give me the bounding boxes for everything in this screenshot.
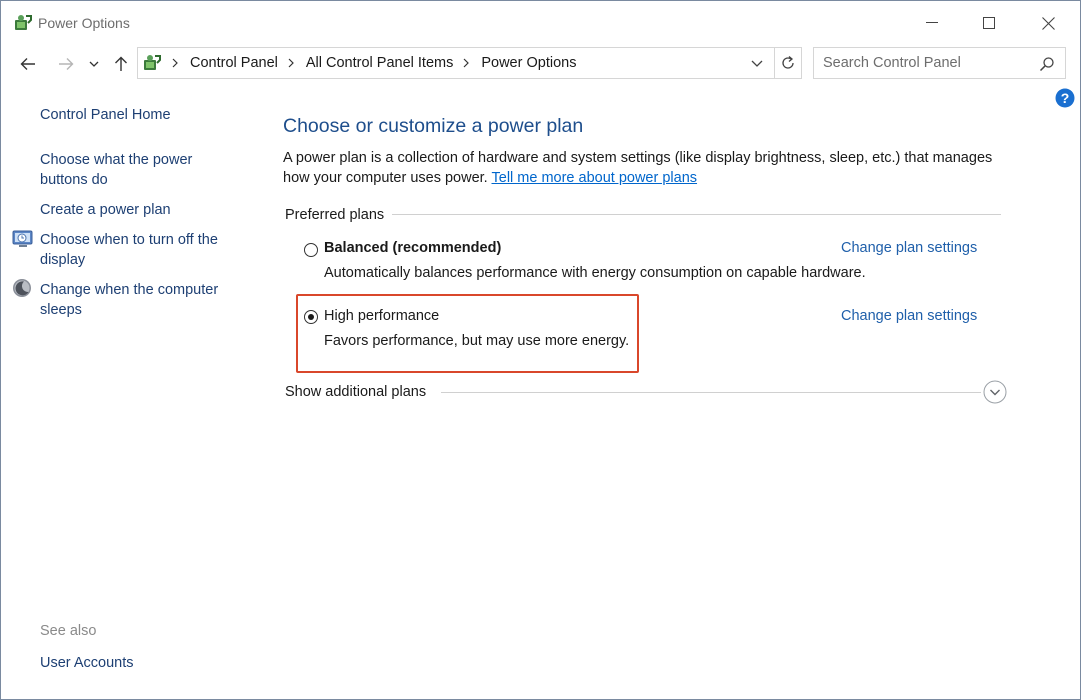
show-additional-plans-label[interactable]: Show additional plans — [285, 384, 426, 400]
power-options-window: Power Options Control Panel All Control … — [0, 0, 1081, 700]
help-icon[interactable]: ? — [1055, 88, 1075, 108]
window-title: Power Options — [38, 15, 130, 31]
page-title: Choose or customize a power plan — [283, 115, 584, 137]
search-box[interactable] — [813, 47, 1066, 79]
minimize-button[interactable] — [903, 1, 961, 45]
title-bar: Power Options — [1, 1, 1080, 45]
see-also-user-accounts[interactable]: User Accounts — [40, 653, 134, 673]
svg-text:?: ? — [1061, 90, 1070, 106]
recent-locations-button[interactable] — [84, 51, 104, 77]
refresh-icon — [782, 56, 794, 69]
chevron-down-icon — [751, 60, 763, 67]
chevron-down-icon — [89, 61, 99, 67]
high-performance-plan-radio[interactable] — [304, 310, 318, 324]
power-plans-help-link[interactable]: Tell me more about power plans — [492, 170, 698, 186]
sidebar-item-power-buttons[interactable]: Choose what the power buttons do — [40, 150, 220, 190]
search-input[interactable] — [814, 48, 1034, 78]
breadcrumb-separator-icon[interactable] — [288, 58, 298, 68]
high-performance-change-settings-link[interactable]: Change plan settings — [841, 308, 977, 324]
balanced-plan-name[interactable]: Balanced (recommended) — [324, 240, 501, 256]
address-bar[interactable]: Control Panel All Control Panel Items Po… — [137, 47, 802, 79]
high-performance-plan-name[interactable]: High performance — [324, 308, 439, 324]
section-divider — [441, 392, 981, 393]
back-button[interactable] — [15, 51, 41, 77]
breadcrumb-power-options[interactable]: Power Options — [481, 55, 576, 71]
forward-button[interactable] — [53, 51, 79, 77]
sidebar-item-turn-off-display[interactable]: Choose when to turn off the display — [40, 230, 240, 270]
breadcrumb-separator-icon[interactable] — [463, 58, 473, 68]
up-arrow-icon — [115, 56, 127, 71]
chevron-down-circle-icon — [983, 380, 1007, 404]
monitor-icon — [12, 228, 34, 250]
intro-text-block: A power plan is a collection of hardware… — [283, 148, 1003, 188]
balanced-change-settings-link[interactable]: Change plan settings — [841, 240, 977, 256]
preferred-plans-heading: Preferred plans — [285, 207, 385, 223]
refresh-button[interactable] — [774, 48, 801, 78]
moon-icon — [12, 278, 34, 300]
breadcrumb-separator-icon[interactable] — [172, 58, 182, 68]
sidebar-item-control-panel-home[interactable]: Control Panel Home — [40, 105, 171, 125]
see-also-heading: See also — [40, 623, 97, 639]
balanced-plan-radio[interactable] — [304, 243, 318, 257]
balanced-plan-description: Automatically balances performance with … — [324, 265, 866, 281]
up-button[interactable] — [108, 51, 134, 77]
power-options-icon — [13, 14, 33, 32]
sidebar-item-computer-sleeps[interactable]: Change when the computer sleeps — [40, 280, 240, 320]
forward-arrow-icon — [59, 58, 74, 70]
control-panel-icon — [142, 53, 162, 73]
high-performance-plan-description: Favors performance, but may use more ene… — [324, 333, 630, 349]
breadcrumb-control-panel[interactable]: Control Panel — [190, 55, 278, 71]
address-dropdown-button[interactable] — [746, 48, 768, 78]
maximize-button[interactable] — [960, 1, 1018, 45]
search-icon[interactable] — [1039, 56, 1055, 72]
section-divider — [392, 214, 1001, 215]
expand-additional-plans-button[interactable] — [983, 380, 1007, 404]
sidebar-item-create-plan[interactable]: Create a power plan — [40, 200, 171, 220]
breadcrumb-all-items[interactable]: All Control Panel Items — [306, 55, 453, 71]
back-arrow-icon — [20, 58, 35, 70]
close-button[interactable] — [1019, 1, 1077, 45]
